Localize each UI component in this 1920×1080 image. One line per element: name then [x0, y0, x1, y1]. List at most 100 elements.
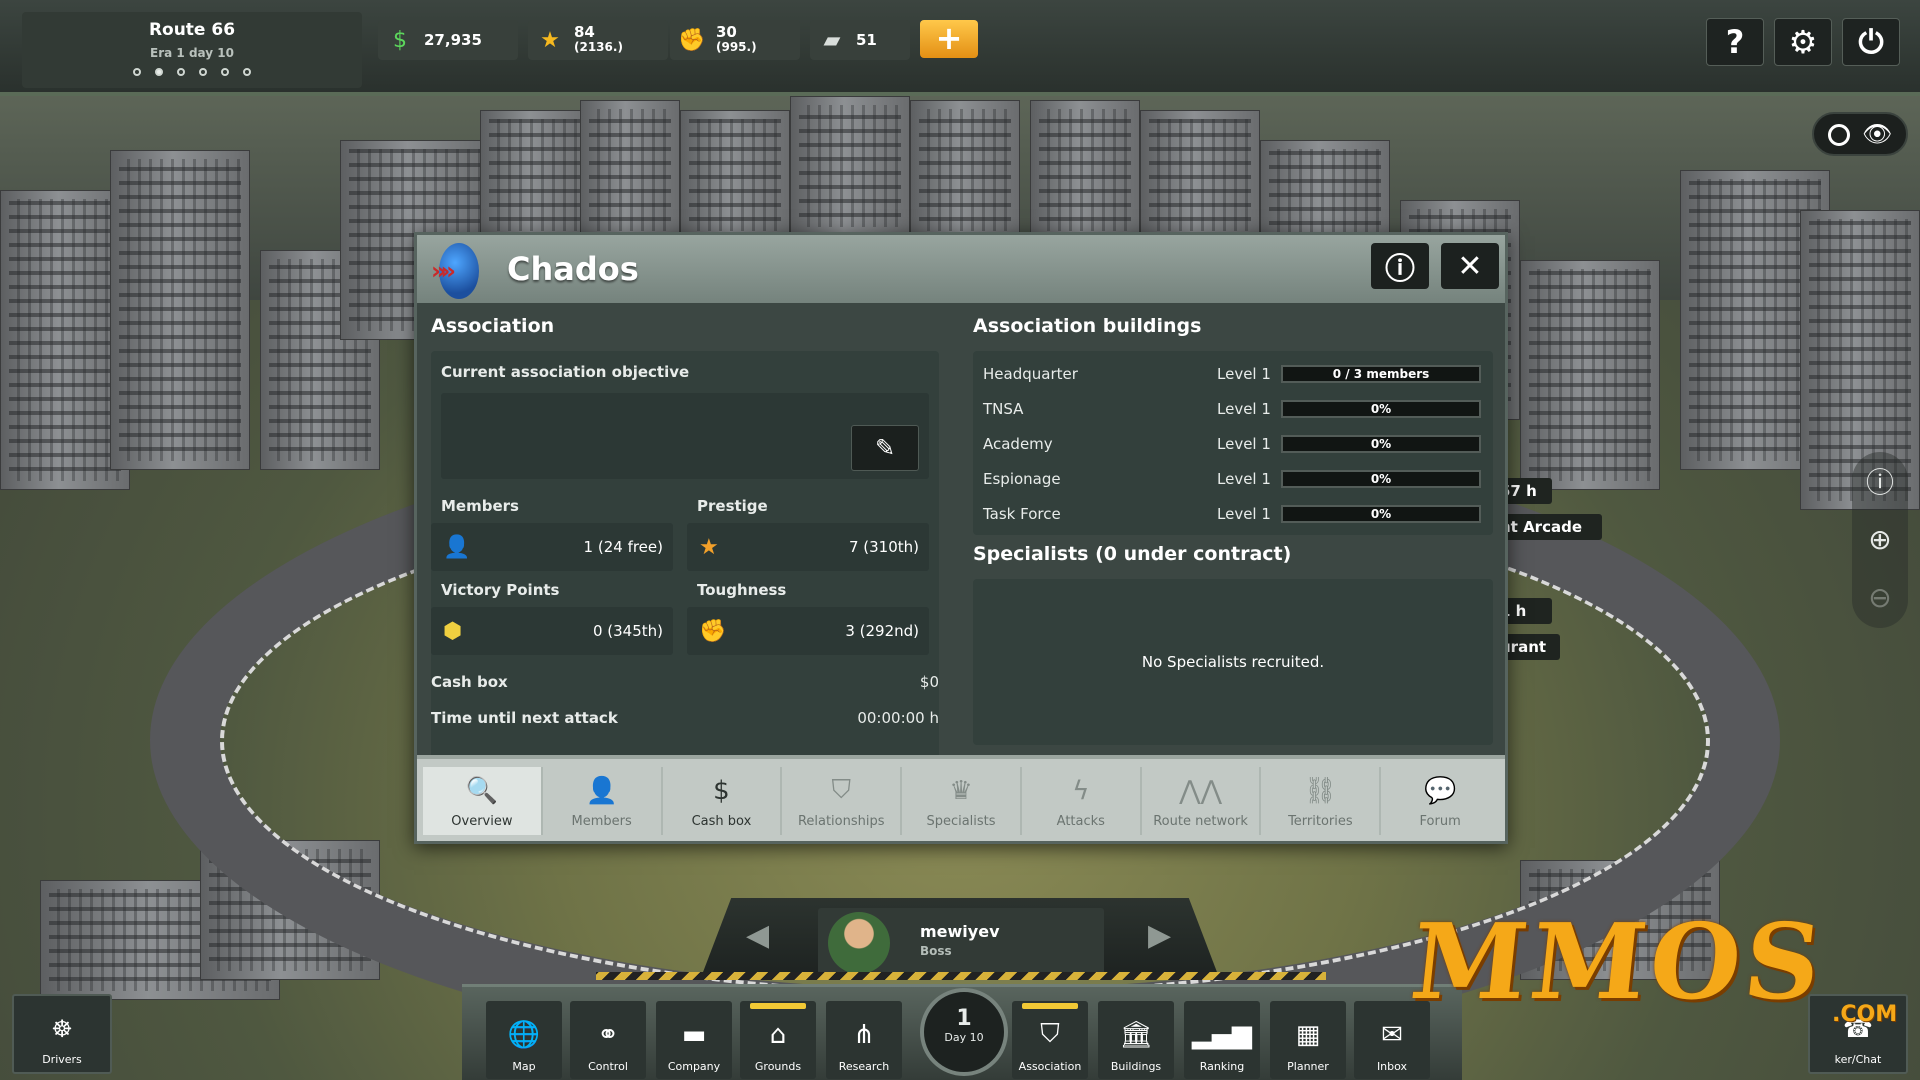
page-dot[interactable] — [221, 68, 229, 76]
info-icon: ⓘ — [1385, 252, 1415, 287]
close-button[interactable]: ✕ — [1441, 243, 1499, 289]
star-icon: ★ — [540, 27, 560, 53]
pencil-icon: ✎ — [874, 434, 896, 462]
avatar — [828, 912, 890, 974]
chevron-left-icon: ◀ — [746, 918, 770, 953]
tab-territories[interactable]: ⛓ Territories — [1261, 767, 1382, 835]
nav-ranking[interactable]: ▂▄▆ Ranking — [1184, 1001, 1260, 1079]
nav-control[interactable]: ⚭ Control — [570, 1001, 646, 1079]
nav-label: Map — [512, 1060, 536, 1073]
add-currency-button[interactable]: + — [920, 20, 978, 58]
crown-icon: ♛ — [949, 776, 973, 806]
nav-association[interactable]: ⛉ Association — [1012, 1001, 1088, 1079]
player-role: Boss — [920, 944, 952, 958]
tab-attacks[interactable]: ϟ Attacks — [1022, 767, 1142, 835]
prev-player-button[interactable]: ◀ — [746, 918, 769, 953]
tab-label: Relationships — [797, 814, 885, 829]
tab-label: Cash box — [691, 814, 752, 829]
dialog-tabs: 🔍 Overview 👤 Members $ Cash box ⛉ Relationsh… — [417, 755, 1505, 841]
tab-relationships[interactable]: ⛉ Relationships — [782, 767, 903, 835]
brass-knuckles-icon: ✊ — [678, 27, 706, 53]
tab-route-network[interactable]: ⋀⋀ Route network — [1142, 767, 1262, 835]
cash-box-label: Cash box — [431, 673, 508, 691]
nav-grounds[interactable]: ⌂ Grounds — [740, 1001, 816, 1079]
tab-members[interactable]: 👤 Members — [543, 767, 663, 835]
building-row[interactable]: Task Force Level 1 0% — [983, 501, 1483, 527]
nav-map[interactable]: 🌐 Map — [486, 1001, 562, 1079]
drivers-button[interactable]: ☸ Drivers — [12, 994, 112, 1074]
dollar-icon: $ — [393, 27, 407, 53]
nav-label: Control — [588, 1060, 628, 1073]
zoom-in-button[interactable]: ⊕ — [1852, 510, 1908, 568]
player-card[interactable]: mewiyev Boss — [818, 908, 1104, 978]
info-button[interactable]: ⓘ — [1852, 452, 1908, 510]
victory-points-stat: ⬢ 0 (345th) — [431, 607, 673, 655]
prestige-rank: (2136.) — [574, 40, 623, 54]
building — [580, 100, 680, 240]
route-page-dots[interactable] — [22, 68, 362, 76]
gold-display: ▰ 51 — [810, 20, 910, 60]
nav-research[interactable]: ⋔ Research — [826, 1001, 902, 1079]
mmos-watermark-suffix: .COM — [1832, 1002, 1898, 1027]
building-name: Task Force — [983, 505, 1061, 523]
building-row[interactable]: Espionage Level 1 0% — [983, 466, 1483, 492]
building-row[interactable]: TNSA Level 1 0% — [983, 396, 1483, 422]
association-heading: Association — [431, 315, 555, 337]
tab-specialists[interactable]: ♛ Specialists — [902, 767, 1022, 835]
money-display: $ 27,935 — [378, 20, 518, 60]
tab-cash-box[interactable]: $ Cash box — [663, 767, 783, 835]
members-label: Members — [441, 497, 519, 515]
money-value: 27,935 — [424, 30, 482, 49]
dialog-body: Association Current association objectiv… — [417, 303, 1505, 759]
zoom-out-button[interactable]: ⊖ — [1852, 568, 1908, 626]
day-clock[interactable]: 1 Day 10 — [920, 988, 1008, 1076]
building-row[interactable]: Academy Level 1 0% — [983, 431, 1483, 457]
objective-text-box: ✎ — [441, 393, 929, 479]
next-player-button[interactable]: ▶ — [1148, 918, 1171, 953]
prestige-value: 7 (310th) — [848, 538, 919, 556]
nav-label: Planner — [1287, 1060, 1329, 1073]
building — [110, 150, 250, 470]
star-icon: ★ — [699, 534, 719, 560]
nav-buildings[interactable]: 🏛 Buildings — [1098, 1001, 1174, 1079]
building-level: Level 1 — [1217, 400, 1271, 418]
tab-overview[interactable]: 🔍 Overview — [423, 767, 543, 835]
route-selector[interactable]: Route 66 Era 1 day 10 — [22, 12, 362, 88]
nav-planner[interactable]: ▦ Planner — [1270, 1001, 1346, 1079]
building-level: Level 1 — [1217, 435, 1271, 453]
building-name: Espionage — [983, 470, 1061, 488]
info-button[interactable]: ⓘ — [1371, 243, 1429, 289]
association-logo: »» — [431, 239, 491, 299]
info-icon: ⓘ — [1865, 466, 1894, 499]
building — [1030, 100, 1140, 240]
territory-icon: ⛓ — [1303, 776, 1337, 806]
hide-ui-toggle[interactable]: 👁 — [1812, 112, 1908, 156]
settings-button[interactable]: ⚙ — [1774, 18, 1832, 66]
association-column: Association Current association objectiv… — [431, 315, 957, 759]
power-button[interactable]: ⏻ — [1842, 18, 1900, 66]
map-tools: ⓘ ⊕ ⊖ — [1852, 452, 1908, 628]
building-row[interactable]: Headquarter Level 1 0 / 3 members — [983, 361, 1483, 387]
toughness-stat: ✊ 3 (292nd) — [687, 607, 929, 655]
page-dot-active[interactable] — [155, 68, 163, 76]
nav-company[interactable]: ▬ Company — [656, 1001, 732, 1079]
members-stat: 👤 1 (24 free) — [431, 523, 673, 571]
victory-points-icon: ⬢ — [443, 618, 463, 644]
page-dot[interactable] — [177, 68, 185, 76]
page-dot[interactable] — [243, 68, 251, 76]
building-progress-bar: 0% — [1281, 400, 1481, 418]
nav-label: Company — [667, 1060, 721, 1073]
tab-forum[interactable]: 💬 Forum — [1381, 767, 1499, 835]
progress-text: 0% — [1370, 402, 1392, 416]
calculator-icon: ▦ — [1295, 1020, 1321, 1050]
edit-objective-button[interactable]: ✎ — [851, 425, 919, 471]
members-value: 1 (24 free) — [583, 538, 663, 556]
page-dot[interactable] — [133, 68, 141, 76]
dialog-title: Chados — [507, 250, 639, 288]
steering-wheel-icon: ☸ — [51, 1015, 73, 1043]
page-dot[interactable] — [199, 68, 207, 76]
search-icon: 🔍 — [465, 776, 499, 806]
next-attack-value: 00:00:00 h — [857, 709, 939, 727]
help-button[interactable]: ? — [1706, 18, 1764, 66]
building-name: Academy — [983, 435, 1053, 453]
